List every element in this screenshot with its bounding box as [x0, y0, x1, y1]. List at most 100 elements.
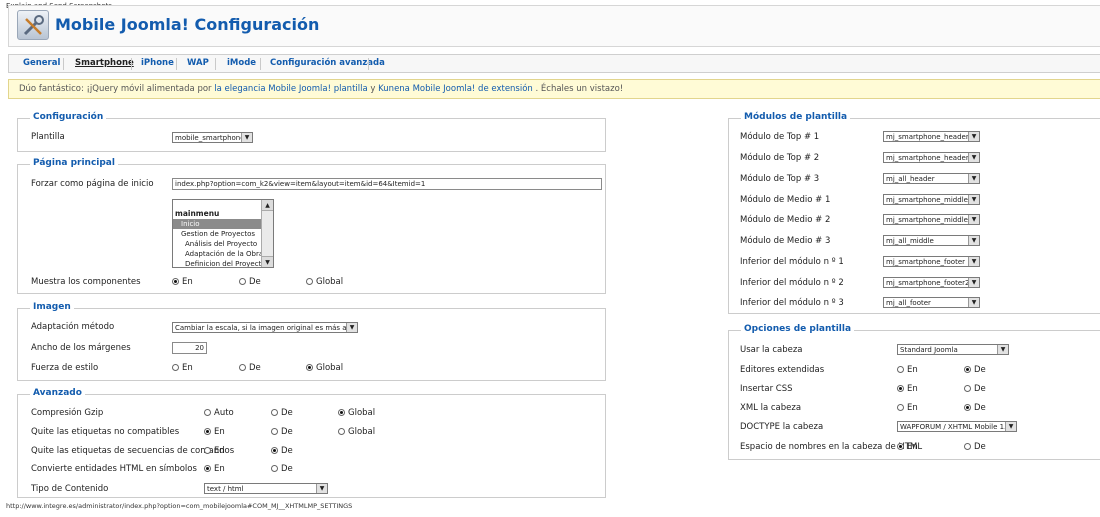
muestra-radio-en[interactable]: En — [172, 277, 193, 287]
list-item[interactable]: Análisis del Proyecto — [173, 239, 273, 249]
fuerza-label: Fuerza de estilo — [31, 363, 99, 373]
chevron-down-icon: ▼ — [968, 215, 979, 224]
tipo-value: text / html — [207, 485, 244, 493]
fieldset-configuracion: Configuración — [17, 112, 606, 152]
espacio-radio-de[interactable]: De — [964, 442, 986, 452]
chevron-down-icon: ▼ — [968, 298, 979, 307]
espacio-radio-en[interactable]: En — [897, 442, 918, 452]
listbox-scrollbar[interactable]: ▲ ▼ — [261, 200, 273, 267]
adaptacion-value: Cambiar la escala, si la imagen original… — [175, 324, 358, 332]
menu-listbox[interactable]: mainmenu Inicio Gestion de Proyectos Aná… — [172, 199, 274, 268]
cabeza-label: Usar la cabeza — [740, 345, 803, 355]
list-item[interactable]: Adaptación de la Obra — [173, 249, 273, 259]
espacio-label: Espacio de nombres en la cabeza de HTML — [740, 442, 923, 452]
modulo-label: Módulo de Medio # 3 — [740, 236, 831, 246]
muestra-radio-global[interactable]: Global — [306, 277, 343, 287]
cabeza-select[interactable]: Standard Joomla ▼ — [897, 344, 1009, 355]
legend-imagen: Imagen — [30, 302, 74, 312]
modulo-select[interactable]: mj_smartphone_footer2 ▼ — [883, 277, 980, 288]
tab-wap[interactable]: WAP — [187, 58, 209, 68]
chevron-down-icon: ▼ — [346, 323, 357, 332]
plantilla-value: mobile_smartphone — [175, 134, 245, 142]
tab-imode[interactable]: iMode — [227, 58, 256, 68]
editores-radio-en[interactable]: En — [897, 365, 918, 375]
tab-smartphone[interactable]: Smartphone — [75, 58, 134, 68]
tab-general[interactable]: General — [23, 58, 60, 68]
gzip-radio-de[interactable]: De — [271, 408, 293, 418]
tab-separator — [63, 58, 64, 70]
fuerza-radio-de[interactable]: De — [239, 363, 261, 373]
doctype-select[interactable]: WAPFORUM / XHTML Mobile 1.0 ▼ — [897, 421, 1017, 432]
chevron-down-icon: ▼ — [968, 174, 979, 183]
modulo-select[interactable]: mj_smartphone_middle2 ▼ — [883, 214, 980, 225]
convierte-radio-de[interactable]: De — [271, 464, 293, 474]
legend-modulos: Módulos de plantilla — [741, 112, 851, 122]
modulo-select[interactable]: mj_smartphone_middle ▼ — [883, 194, 980, 205]
chevron-down-icon: ▼ — [968, 278, 979, 287]
adaptacion-label: Adaptación método — [31, 322, 115, 332]
modulo-label: Inferior del módulo n º 3 — [740, 298, 844, 308]
ancho-input[interactable]: 20 — [172, 342, 207, 354]
status-bar-url: http://www.integre.es/administrator/inde… — [6, 502, 353, 510]
modulo-select[interactable]: mj_all_header ▼ — [883, 173, 980, 184]
xml-radio-de[interactable]: De — [964, 403, 986, 413]
tab-iphone[interactable]: iPhone — [141, 58, 174, 68]
modulo-select[interactable]: mj_smartphone_header2 ▼ — [883, 152, 980, 163]
list-item[interactable]: Inicio — [173, 219, 273, 229]
list-item[interactable]: Definicion del Proyecto — [173, 259, 273, 267]
modulo-select[interactable]: mj_smartphone_header ▼ — [883, 131, 980, 142]
convierte-radio-en[interactable]: En — [204, 464, 225, 474]
notice-banner: Dúo fantástico: ¡jQuery móvil alimentada… — [8, 79, 1100, 99]
quite-radio-de[interactable]: De — [271, 427, 293, 437]
forzar-input[interactable]: index.php?option=com_k2&view=item&layout… — [172, 178, 602, 190]
quite-radio-en[interactable]: En — [204, 427, 225, 437]
tipo-select[interactable]: text / html ▼ — [204, 483, 328, 494]
legend-configuracion: Configuración — [30, 112, 107, 122]
gzip-radio-global[interactable]: Global — [338, 408, 375, 418]
gzip-radio-auto[interactable]: Auto — [204, 408, 234, 418]
secuencias-radio-de[interactable]: De — [271, 446, 293, 456]
modulo-label: Módulo de Medio # 2 — [740, 215, 831, 225]
modulo-label: Módulo de Top # 1 — [740, 132, 820, 142]
css-radio-de[interactable]: De — [964, 384, 986, 394]
chevron-down-icon: ▼ — [968, 153, 979, 162]
css-label: Insertar CSS — [740, 384, 793, 394]
muestra-radio-de[interactable]: De — [239, 277, 261, 287]
adaptacion-select[interactable]: Cambiar la escala, si la imagen original… — [172, 322, 358, 333]
plantilla-label: Plantilla — [31, 132, 65, 142]
quite-radio-global[interactable]: Global — [338, 427, 375, 437]
page-title: Mobile Joomla! Configuración — [55, 15, 320, 34]
legend-avanzado: Avanzado — [30, 388, 85, 398]
fuerza-radio-en[interactable]: En — [172, 363, 193, 373]
tab-separator — [176, 58, 177, 70]
css-radio-en[interactable]: En — [897, 384, 918, 394]
modulo-select[interactable]: mj_smartphone_footer ▼ — [883, 256, 980, 267]
xml-radio-en[interactable]: En — [897, 403, 918, 413]
editores-label: Editores extendidas — [740, 365, 825, 375]
ancho-label: Ancho de los márgenes — [31, 343, 131, 353]
notice-link-kunena[interactable]: Kunena Mobile Joomla! de extensión — [378, 84, 533, 94]
notice-link-template[interactable]: la elegancia Mobile Joomla! plantilla — [214, 84, 367, 94]
legend-pagina-principal: Página principal — [30, 158, 118, 168]
list-item[interactable]: Gestion de Proyectos — [173, 229, 273, 239]
fuerza-radio-global[interactable]: Global — [306, 363, 343, 373]
notice-text: . Échales un vistazo! — [532, 84, 624, 94]
secuencias-radio-en[interactable]: En — [204, 446, 225, 456]
modulo-label: Inferior del módulo n º 1 — [740, 257, 844, 267]
chevron-down-icon: ▼ — [997, 345, 1008, 354]
settings-tabs: General Smartphone iPhone WAP iMode Conf… — [8, 54, 1100, 73]
modulo-select[interactable]: mj_all_middle ▼ — [883, 235, 980, 246]
scroll-up-icon[interactable]: ▲ — [262, 200, 273, 211]
notice-text: Dúo fantástico: ¡jQuery móvil alimentada… — [19, 84, 215, 94]
page-header: Mobile Joomla! Configuración — [8, 5, 1100, 47]
modulo-label: Módulo de Top # 2 — [740, 153, 820, 163]
plantilla-select[interactable]: mobile_smartphone ▼ — [172, 132, 253, 143]
modulo-select[interactable]: mj_all_footer ▼ — [883, 297, 980, 308]
scroll-down-icon[interactable]: ▼ — [262, 256, 273, 267]
chevron-down-icon: ▼ — [968, 236, 979, 245]
legend-opciones: Opciones de plantilla — [741, 324, 855, 334]
chevron-down-icon: ▼ — [968, 132, 979, 141]
editores-radio-de[interactable]: De — [964, 365, 986, 375]
modulo-label: Módulo de Medio # 1 — [740, 195, 831, 205]
